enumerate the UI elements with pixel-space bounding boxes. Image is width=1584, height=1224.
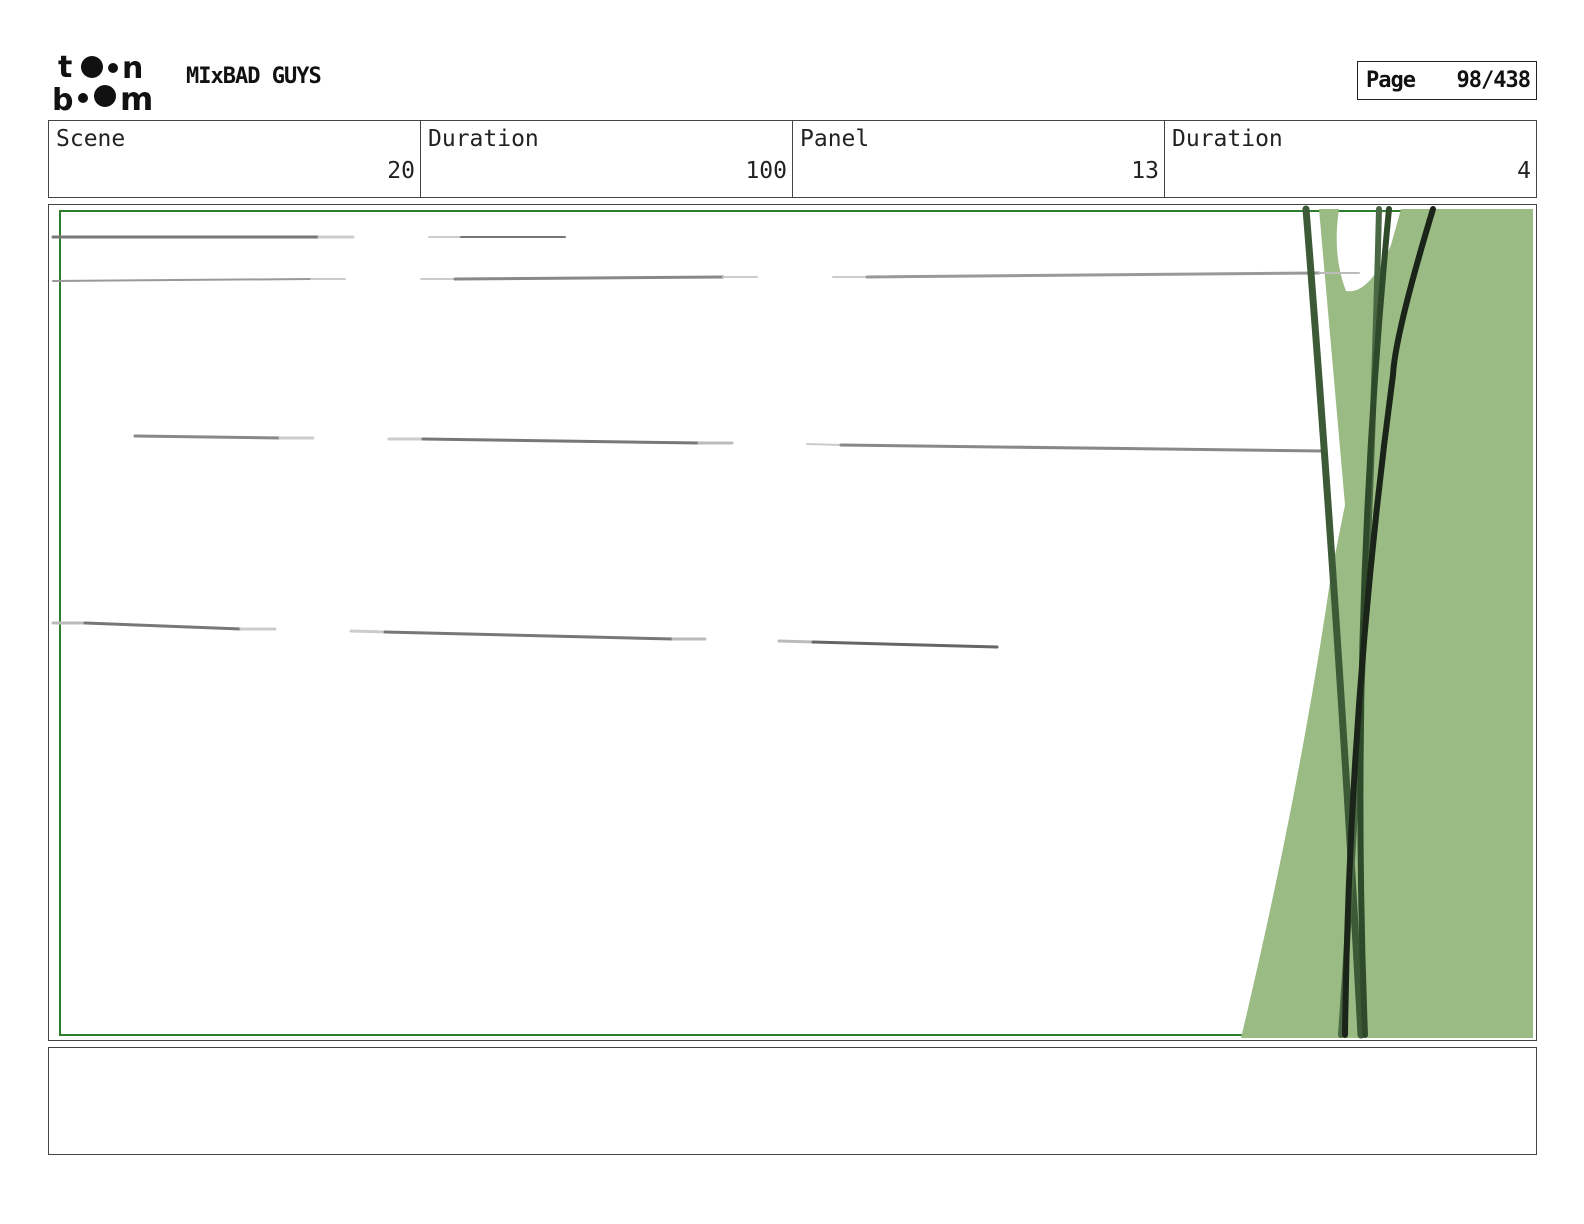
project-title: MIxBAD GUYS [186,64,322,89]
svg-text:t: t [58,50,72,85]
green-foliage-shape [1241,209,1533,1038]
scene-info-table: Scene 20 Duration 100 Panel 13 Duration … [48,120,1537,198]
panel-label: Panel [800,126,870,152]
svg-text:m: m [120,80,153,112]
page-label: Page [1366,68,1416,93]
panel-cell: Panel 13 [793,121,1165,197]
scene-cell: Scene 20 [49,121,421,197]
scene-duration-value: 100 [745,158,787,184]
scene-duration-label: Duration [428,126,539,152]
scene-label: Scene [56,126,126,152]
toonboom-logo-graphic: t n b m [52,50,153,118]
scene-duration-cell: Duration 100 [421,121,793,197]
page-number: 98/438 [1456,68,1531,93]
page-indicator: Page 98/438 [1357,61,1537,100]
toonboom-logo: t n b m [50,50,168,118]
panel-duration-cell: Duration 4 [1165,121,1536,197]
panel-value: 13 [1131,158,1159,184]
panel-duration-label: Duration [1172,126,1283,152]
panel-notes-box[interactable] [48,1047,1537,1155]
panel-drawing [51,205,1533,1039]
scene-value: 20 [387,158,415,184]
svg-text:b: b [52,83,73,112]
sketch-lines [51,235,1360,649]
storyboard-panel [48,204,1537,1041]
panel-duration-value: 4 [1517,158,1531,184]
